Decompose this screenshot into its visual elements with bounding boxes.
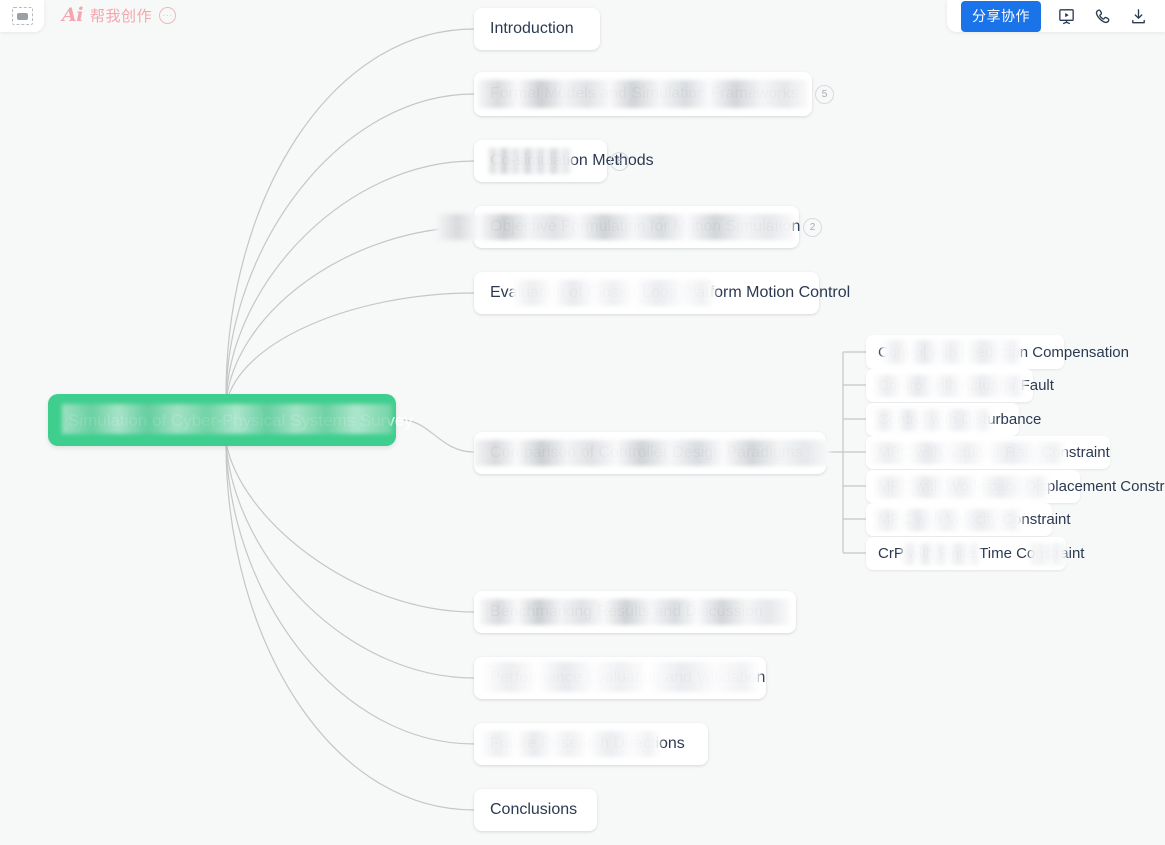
node-label: Objective Formulation for Motion Simulat… <box>490 218 801 235</box>
share-collaborate-button[interactable]: 分享协作 <box>961 0 1041 32</box>
node-label: Introduction <box>490 20 574 37</box>
ai-logo-icon: Ai <box>62 4 83 26</box>
ai-create-entry[interactable]: Ai 帮我创作 ··· <box>62 0 176 30</box>
mindmap-subnode-actuator-fault[interactable]: Control with Actuator Fault <box>866 369 1054 402</box>
frame-select-button[interactable] <box>0 0 44 32</box>
ai-create-label: 帮我创作 <box>89 7 152 25</box>
presentation-icon[interactable] <box>1055 5 1077 27</box>
mindmap-subnode-finite-time-constraint[interactable]: CrP with Finite Time Constraint <box>866 537 1084 570</box>
subnode-label: Control with Disturbance <box>878 411 1042 428</box>
frame-select-icon <box>11 7 33 25</box>
mindmap-node-cosimulation-methods[interactable]: Co-simulation Methods <box>474 140 654 182</box>
mindmap-subnode-actuator-rate-constraint[interactable]: MPC with Actuator Rate Constraint <box>866 436 1110 469</box>
mindmap-node-future-research-directions[interactable]: Future Research Directions <box>474 723 708 765</box>
subnode-label: Control with Prediction Compensation <box>878 343 1129 361</box>
node-label: Benchmarking Results and Discussion <box>490 603 764 620</box>
node-label: Future Research Directions <box>490 735 685 752</box>
subnode-label: Control with Actuator Fault <box>878 377 1054 394</box>
mindmap-node-performance-evaluation[interactable]: Performance Evaluation and Validation <box>474 657 766 699</box>
download-icon[interactable] <box>1127 5 1149 27</box>
mindmap-canvas[interactable]: Simulation of Cyber-Physical Systems Sur… <box>0 0 1165 845</box>
node-label: Conclusions <box>490 801 578 818</box>
root-node-label: Simulation of Cyber-Physical Systems Sur… <box>68 410 413 430</box>
phone-icon[interactable] <box>1091 5 1113 27</box>
mindmap-node-benchmarking-results[interactable]: Benchmarking Results and Discussion <box>474 591 796 633</box>
subnode-label: MPC with Actuator Rate Constraint <box>878 444 1110 461</box>
subnode-label: MPC with Velocity Constraint <box>878 511 1071 528</box>
node-label: Formal Models and Simulation Frameworks <box>490 85 799 102</box>
node-badge-count[interactable]: 2 <box>803 218 822 237</box>
subnode-label: MPC with Workspace Displacement Constrai… <box>878 478 1165 495</box>
node-label: Comparison of Controller Design Paradigm… <box>490 444 804 461</box>
mindmap-subnode-prediction-compensation[interactable]: Control with Prediction Compensation <box>866 335 1129 369</box>
node-label: Performance Evaluation and Validation <box>490 669 766 686</box>
mindmap-node-conclusions[interactable]: Conclusions <box>474 789 597 831</box>
node-label: Evaluation of Closed-Loop Platform Motio… <box>490 284 851 301</box>
mindmap-root-node[interactable]: Simulation of Cyber-Physical Systems Sur… <box>48 394 413 446</box>
node-badge-count[interactable]: 8 <box>610 152 629 171</box>
more-options-icon[interactable]: ··· <box>158 6 176 24</box>
mindmap-node-objective-formulation[interactable]: Objective Formulation for Motion Simulat… <box>474 206 801 248</box>
top-right-toolbar: 分享协作 <box>947 0 1165 32</box>
mindmap-subnode-workspace-displacement-constraint[interactable]: MPC with Workspace Displacement Constrai… <box>866 470 1165 503</box>
node-label: Co-simulation Methods <box>490 152 654 169</box>
mindmap-node-controller-design-paradigms[interactable]: Comparison of Controller Design Paradigm… <box>474 432 826 474</box>
node-badge-count[interactable]: 5 <box>815 85 834 104</box>
mindmap-node-formal-models[interactable]: Formal Models and Simulation Frameworks <box>474 72 812 116</box>
mindmap-subnode-velocity-constraint[interactable]: MPC with Velocity Constraint <box>866 503 1071 536</box>
mindmap-subnode-disturbance[interactable]: Control with Disturbance <box>866 403 1041 436</box>
mindmap-node-introduction[interactable]: Introduction <box>474 8 600 50</box>
subnode-label: CrP with Finite Time Constraint <box>878 545 1085 562</box>
mindmap-node-platform-motion-control[interactable]: Evaluation of Closed-Loop Platform Motio… <box>474 272 850 314</box>
